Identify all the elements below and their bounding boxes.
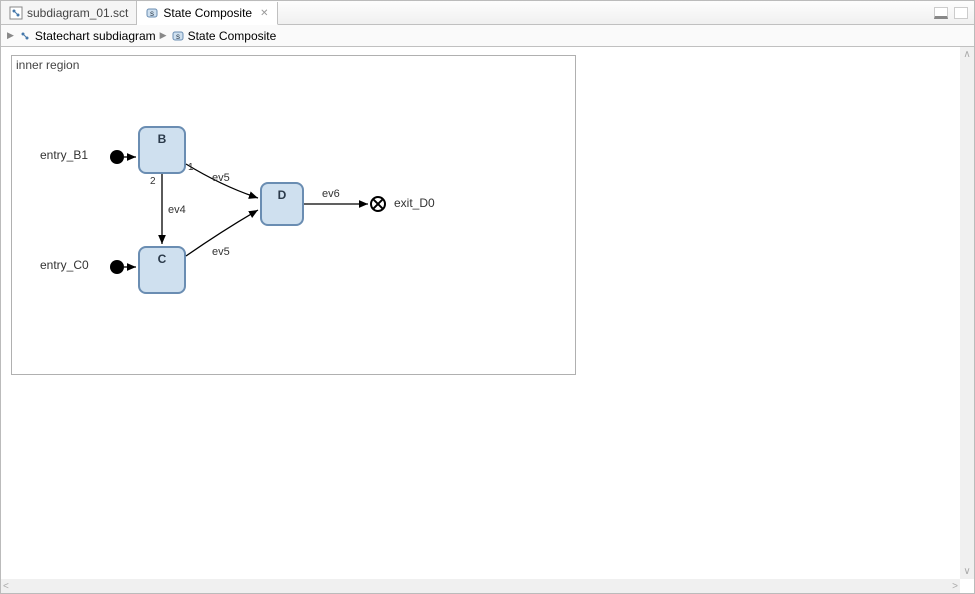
chevron-right-icon: ▶ [7,30,14,41]
entry-label-b1: entry_B1 [40,148,88,162]
scroll-down-icon[interactable]: ∨ [961,564,972,579]
state-icon: s [145,6,159,20]
transition-label-ev4: ev4 [168,204,186,216]
breadcrumb-item-root[interactable]: Statechart subdiagram [18,29,156,43]
transition-label-ev6: ev6 [322,188,340,200]
state-label: D [278,188,287,202]
close-icon[interactable]: ✕ [260,8,268,19]
state-label: B [158,132,167,146]
tab-label: State Composite [163,6,252,20]
tab-bar: subdiagram_01.sct s State Composite ✕ [1,1,974,25]
exit-node-d0[interactable] [370,196,386,212]
transition-label-ev5-cd: ev5 [212,246,230,258]
breadcrumb-label: Statechart subdiagram [35,29,156,43]
transition-label-ev5-bd: ev5 [212,172,230,184]
region-inner[interactable]: inner region entry_B1 entry_C0 B C D exi… [11,55,576,375]
minimize-button[interactable] [934,7,948,19]
window-controls [934,1,974,24]
region-title: inner region [16,58,79,72]
state-c[interactable]: C [138,246,186,294]
chevron-right-icon: ▶ [160,30,167,41]
vertical-scrollbar[interactable]: ∧ ∨ [960,47,974,579]
statechart-file-icon [9,6,23,20]
statechart-icon [18,29,32,43]
svg-text:s: s [150,9,154,18]
horizontal-scrollbar[interactable]: < > [1,579,960,593]
diagram-canvas[interactable]: inner region entry_B1 entry_C0 B C D exi… [1,47,960,579]
exit-label-d0: exit_D0 [394,196,435,210]
breadcrumb-item-state[interactable]: s State Composite [171,29,277,43]
breadcrumb-label: State Composite [188,29,277,43]
state-d[interactable]: D [260,182,304,226]
scroll-left-icon[interactable]: < [1,579,11,594]
entry-node-b1[interactable] [110,150,124,164]
tab-label: subdiagram_01.sct [27,6,128,20]
svg-text:s: s [176,32,180,41]
tab-subdiagram[interactable]: subdiagram_01.sct [1,1,137,24]
editor-area: inner region entry_B1 entry_C0 B C D exi… [1,47,974,593]
scroll-up-icon[interactable]: ∧ [961,47,972,62]
state-icon: s [171,29,185,43]
entry-node-c0[interactable] [110,260,124,274]
scroll-right-icon[interactable]: > [950,579,960,594]
maximize-button[interactable] [954,7,968,19]
entry-label-c0: entry_C0 [40,258,89,272]
breadcrumb: ▶ Statechart subdiagram ▶ s State Compos… [1,25,974,47]
state-label: C [158,252,167,266]
port-label-1: 1 [188,162,194,173]
port-label-2: 2 [150,176,156,187]
state-b[interactable]: B [138,126,186,174]
tab-state-composite[interactable]: s State Composite ✕ [137,2,277,25]
